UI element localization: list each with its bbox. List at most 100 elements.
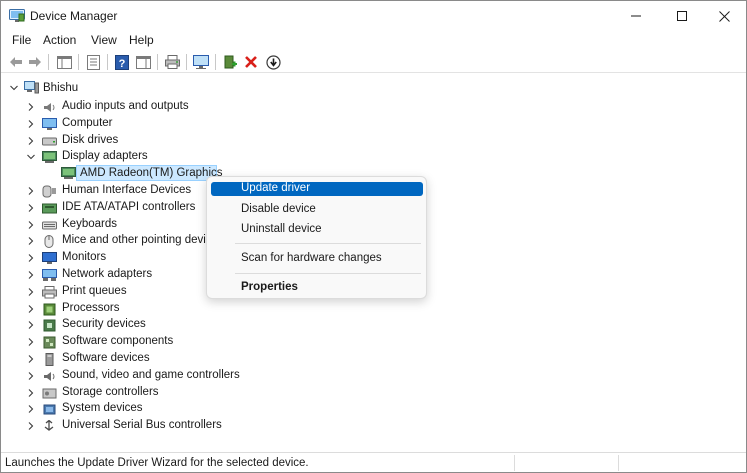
toolbar-separator [48,54,49,70]
print-icon[interactable] [163,53,181,71]
chevron-right-icon[interactable] [26,354,36,364]
toolbar: ? [1,51,746,73]
status-divider [618,455,619,471]
context-separator [235,243,421,244]
update-driver-icon[interactable] [264,53,282,71]
chevron-right-icon[interactable] [26,119,36,129]
toolbar-separator [157,54,158,70]
back-arrow-icon[interactable] [7,53,25,71]
context-menu: Update driver Disable device Uninstall d… [206,176,427,299]
chevron-right-icon[interactable] [26,270,36,280]
add-driver-icon[interactable] [221,53,239,71]
menu-help[interactable]: Help [127,33,156,47]
chevron-right-icon[interactable] [26,388,36,398]
category-label[interactable]: Storage controllers [62,386,159,398]
category-label[interactable]: Computer [62,117,113,129]
toolbar-separator [107,54,108,70]
chevron-right-icon[interactable] [26,304,36,314]
category-label[interactable]: Display adapters [62,150,148,162]
context-properties[interactable]: Properties [211,281,423,295]
svg-text:?: ? [119,58,126,70]
category-icon [42,117,57,130]
chevron-right-icon[interactable] [26,253,36,263]
chevron-right-icon[interactable] [26,371,36,381]
category-icon [44,103,55,112]
chevron-right-icon[interactable] [26,421,36,431]
tree-root-label[interactable]: Bhishu [43,82,78,94]
chevron-down-icon[interactable] [26,152,36,162]
category-icon [45,353,54,366]
category-label[interactable]: Security devices [62,318,146,330]
chevron-right-icon[interactable] [26,320,36,330]
menu-bar: File Action View Help [1,31,746,51]
status-divider [514,455,515,471]
window-title: Device Manager [30,9,118,23]
category-label[interactable]: Mice and other pointing devices [62,234,224,246]
status-bar: Launches the Update Driver Wizard for th… [1,452,746,472]
selected-device-label[interactable]: AMD Radeon(TM) Graphics [80,167,223,179]
category-icon [44,420,54,431]
properties-icon[interactable] [84,53,102,71]
menu-view[interactable]: View [89,33,119,47]
show-hide-tree-icon[interactable] [55,53,73,71]
maximize-button[interactable] [659,1,705,31]
context-update-driver[interactable]: Update driver [211,182,423,196]
forward-arrow-icon[interactable] [26,53,44,71]
title-bar: Device Manager [1,1,746,31]
chevron-right-icon[interactable] [26,186,36,196]
category-label[interactable]: Universal Serial Bus controllers [62,419,222,431]
toolbar-separator [186,54,187,70]
category-label[interactable]: IDE ATA/ATAPI controllers [62,201,195,213]
chevron-right-icon[interactable] [26,404,36,414]
toolbar-separator [78,54,79,70]
toolbar-separator [215,54,216,70]
category-icon [43,319,56,332]
chevron-down-icon[interactable] [9,83,19,93]
minimize-button[interactable] [613,1,659,31]
category-icon [42,221,57,230]
context-scan-hardware[interactable]: Scan for hardware changes [211,252,423,266]
device-manager-window: Device Manager File Action View Help ? B… [0,0,747,473]
display-adapter-icon [61,167,76,179]
action-pane-icon[interactable] [134,53,152,71]
category-label[interactable]: Network adapters [62,268,152,280]
category-label[interactable]: Software devices [62,352,150,364]
context-separator [235,273,421,274]
help-icon[interactable]: ? [113,53,131,71]
uninstall-icon[interactable] [242,53,260,71]
category-icon [43,404,56,415]
category-label[interactable]: Human Interface Devices [62,184,191,196]
category-icon [42,269,57,281]
chevron-right-icon[interactable] [26,236,36,246]
context-disable-device[interactable]: Disable device [211,203,423,217]
menu-action[interactable]: Action [41,33,78,47]
category-label[interactable]: Audio inputs and outputs [62,100,189,112]
category-label[interactable]: System devices [62,402,143,414]
category-icon [44,371,55,381]
menu-file[interactable]: File [10,33,33,47]
monitor-icon[interactable] [192,53,210,71]
category-label[interactable]: Disk drives [62,134,118,146]
category-icon [43,336,56,349]
category-icon [42,203,57,214]
category-label[interactable]: Sound, video and game controllers [62,369,240,381]
category-icon [44,235,54,249]
chevron-right-icon[interactable] [26,220,36,230]
category-label[interactable]: Software components [62,335,173,347]
status-text: Launches the Update Driver Wizard for th… [5,457,309,469]
chevron-right-icon[interactable] [26,102,36,112]
category-icon [43,303,56,316]
chevron-right-icon[interactable] [26,287,36,297]
category-label[interactable]: Keyboards [62,218,117,230]
chevron-right-icon[interactable] [26,337,36,347]
close-button[interactable] [701,1,747,31]
context-uninstall-device[interactable]: Uninstall device [211,223,423,237]
category-icon [42,388,57,399]
category-icon [42,137,57,146]
category-label[interactable]: Print queues [62,285,127,297]
chevron-right-icon[interactable] [26,203,36,213]
category-label[interactable]: Processors [62,302,120,314]
chevron-right-icon[interactable] [26,136,36,146]
category-label[interactable]: Monitors [62,251,106,263]
category-icon [42,151,57,164]
